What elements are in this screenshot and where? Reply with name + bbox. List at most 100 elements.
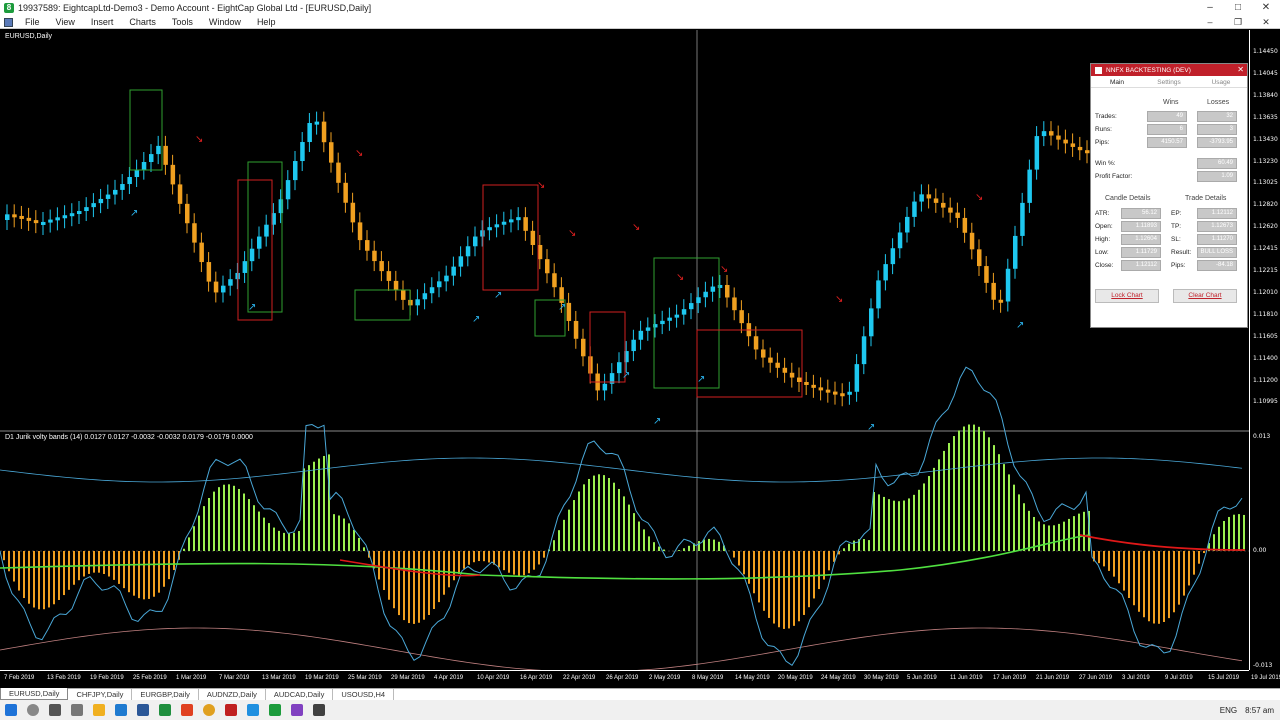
candle-body: [300, 142, 305, 162]
app-dark-icon[interactable]: [313, 704, 325, 716]
date-label: 22 Apr 2019: [563, 675, 596, 681]
clear-chart-button[interactable]: Clear Chart: [1173, 289, 1237, 303]
candle-body: [321, 121, 327, 143]
candle-body: [343, 182, 348, 203]
candle-body: [336, 162, 341, 183]
candle-body: [545, 259, 550, 274]
price-label: 1.10995: [1253, 398, 1278, 406]
date-label: 19 Feb 2019: [90, 675, 124, 681]
candle-body: [41, 221, 46, 225]
symbol-tab-eurgbp[interactable]: EURGBP,Daily: [132, 689, 199, 700]
candle-body: [365, 240, 370, 251]
candle-body: [1005, 268, 1011, 302]
symbol-tab-audcad[interactable]: AUDCAD,Daily: [266, 689, 334, 700]
candle-body: [509, 219, 514, 223]
candle-body: [314, 121, 320, 125]
trade-detail-value: BULL LOSS: [1197, 247, 1237, 258]
trade-detail-label: Pips:: [1171, 262, 1186, 269]
candle-body: [991, 282, 996, 300]
candle-body: [242, 261, 248, 273]
word-icon[interactable]: [137, 704, 149, 716]
price-axis[interactable]: 1.14450 1.14045 1.13840 1.13635 1.13430 1.132…: [1249, 30, 1280, 670]
metatrader-icon[interactable]: [269, 704, 281, 716]
price-label: 1.13230: [1253, 157, 1278, 165]
symbol-tabs: EURUSD,Daily CHFJPY,Daily EURGBP,Daily A…: [0, 688, 1280, 700]
candle-body: [307, 123, 312, 143]
lock-chart-button[interactable]: Lock Chart: [1095, 289, 1159, 303]
candle-detail-label: High:: [1095, 236, 1111, 243]
candle-body: [804, 381, 809, 385]
symbol-tab-usousd[interactable]: USOUSD,H4: [333, 689, 395, 700]
tab-main[interactable]: Main: [1091, 78, 1143, 87]
symbol-tab-eurusd[interactable]: EURUSD,Daily: [0, 688, 69, 700]
menu-charts[interactable]: Charts: [121, 16, 164, 29]
menu-tools[interactable]: Tools: [164, 16, 201, 29]
panel-close-icon[interactable]: ✕: [1237, 65, 1244, 74]
excel-icon[interactable]: [159, 704, 171, 716]
app-icon[interactable]: [71, 704, 83, 716]
telegram-icon[interactable]: [247, 704, 259, 716]
backtest-title: NNFX BACKTESTING (DEV): [1106, 66, 1191, 74]
edge-icon[interactable]: [115, 704, 127, 716]
chart-canvas[interactable]: ↗ ↗ ↗ ↗ ↗ ↗ ↗ ↗ ↗ ↗ ↘ ↘ ↘ ↘ ↘ ↘ ↘ ↘ ↘: [0, 30, 1249, 670]
menu-insert[interactable]: Insert: [83, 16, 122, 29]
start-icon[interactable]: [5, 704, 17, 716]
candle-body: [797, 377, 802, 382]
menu-file[interactable]: File: [17, 16, 48, 29]
candle-body: [264, 224, 269, 237]
candle-detail-label: Low:: [1095, 249, 1109, 256]
candle-body: [897, 232, 903, 249]
candle-detail-value: 1.12112: [1121, 260, 1161, 271]
tray-clock[interactable]: 8:57 am: [1245, 706, 1274, 715]
minimize-button[interactable]: –: [1196, 0, 1224, 16]
buy-arrow-icon: ↗: [494, 290, 502, 301]
task-view-icon[interactable]: [49, 704, 61, 716]
tab-usage[interactable]: Usage: [1195, 78, 1247, 87]
backtest-header[interactable]: NNFX BACKTESTING (DEV) ✕: [1091, 64, 1247, 76]
candle-body: [926, 194, 932, 199]
candle-body: [645, 327, 651, 331]
search-icon[interactable]: [27, 704, 39, 716]
candle-body: [465, 246, 471, 257]
chart-close-button[interactable]: ✕: [1252, 16, 1280, 29]
backtest-tabs: Main Settings Usage: [1091, 78, 1247, 88]
chart-restore-button[interactable]: ❐: [1224, 16, 1252, 29]
candle-body: [660, 320, 665, 325]
date-label: 25 Mar 2019: [348, 675, 382, 681]
windows-taskbar: ENG 8:57 am: [0, 700, 1280, 720]
pdf-icon[interactable]: [225, 704, 237, 716]
tray-language[interactable]: ENG: [1220, 706, 1237, 715]
trade-box: [129, 89, 163, 171]
menu-help[interactable]: Help: [249, 16, 284, 29]
trades-wins: 49: [1147, 111, 1187, 122]
candle-body: [955, 212, 960, 218]
close-button[interactable]: ✕: [1252, 0, 1280, 16]
candle-body: [861, 336, 867, 365]
price-label: 1.11810: [1253, 310, 1278, 318]
candle-body: [717, 284, 723, 288]
maximize-button[interactable]: □: [1224, 0, 1252, 16]
candle-body: [156, 145, 161, 155]
candle-body: [393, 280, 399, 291]
pips-wins: 4150.57: [1147, 137, 1187, 148]
sell-arrow-icon: ↘: [355, 148, 363, 159]
tab-settings[interactable]: Settings: [1143, 78, 1195, 87]
powerpoint-icon[interactable]: [181, 704, 193, 716]
candle-body: [257, 236, 262, 249]
price-chart[interactable]: ↗ ↗ ↗ ↗ ↗ ↗ ↗ ↗ ↗ ↗ ↘ ↘ ↘ ↘ ↘ ↘ ↘ ↘ ↘ EURUSD,Daily D1 Juri…: [0, 30, 1280, 688]
symbol-tab-audnzd[interactable]: AUDNZD,Daily: [199, 689, 266, 700]
menu-window[interactable]: Window: [201, 16, 249, 29]
candle-body: [876, 280, 881, 309]
menu-view[interactable]: View: [48, 16, 83, 29]
symbol-tab-chfjpy[interactable]: CHFJPY,Daily: [68, 689, 133, 700]
chart-minimize-button[interactable]: –: [1196, 16, 1224, 29]
date-axis[interactable]: 7 Feb 2019 13 Feb 2019 19 Feb 2019 25 Feb 2…: [0, 670, 1280, 688]
candle-body: [782, 367, 788, 373]
app-purple-icon[interactable]: [291, 704, 303, 716]
candle-body: [206, 262, 212, 282]
chrome-icon[interactable]: [203, 704, 215, 716]
candle-body: [962, 217, 968, 233]
candle-body: [33, 220, 39, 224]
candle-body: [811, 384, 816, 388]
explorer-icon[interactable]: [93, 704, 105, 716]
